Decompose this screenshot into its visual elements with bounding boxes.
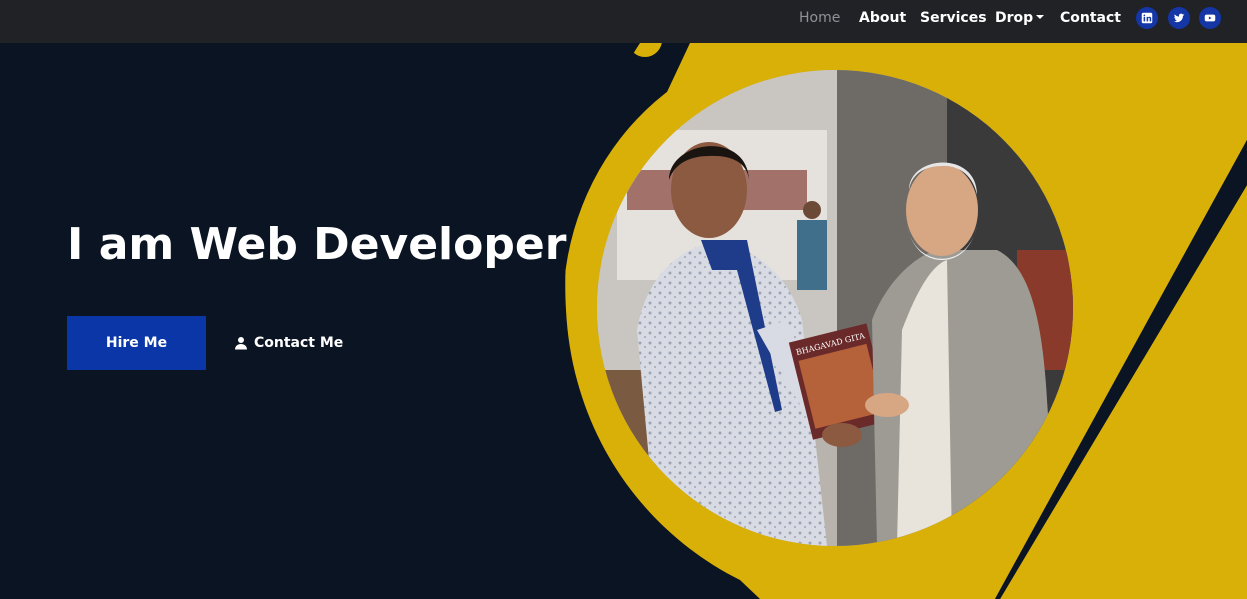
contact-me-button[interactable]: Contact Me [234, 331, 343, 355]
hero-title: I am Web Developer [67, 219, 567, 270]
nav-contact-link[interactable]: Contact [1060, 9, 1121, 27]
twitter-icon [1173, 13, 1185, 23]
linkedin-button[interactable] [1136, 7, 1158, 29]
twitter-button[interactable] [1168, 7, 1190, 29]
nav-services-link[interactable]: Services [920, 9, 987, 27]
linkedin-icon [1141, 12, 1153, 24]
contact-me-label: Contact Me [254, 335, 344, 351]
nav-drop-label: Drop [995, 10, 1034, 26]
man-face [906, 164, 978, 256]
nav-drop-dropdown[interactable]: Drop [995, 9, 1045, 27]
nav-links: Home About Services Drop Contact [0, 0, 1247, 43]
nav-home-link[interactable]: Home [799, 9, 840, 27]
top-navbar: Home About Services Drop Contact [0, 0, 1247, 43]
youtube-icon [1204, 14, 1216, 22]
nav-about-link[interactable]: About [859, 9, 906, 27]
hire-me-button[interactable]: Hire Me [67, 316, 206, 370]
photo-illustration: BHAGAVAD GITA [597, 70, 1073, 546]
caret-down-icon [1036, 15, 1045, 19]
hero-photo: BHAGAVAD GITA [597, 70, 1073, 546]
user-icon [235, 337, 247, 350]
youtube-button[interactable] [1199, 7, 1221, 29]
